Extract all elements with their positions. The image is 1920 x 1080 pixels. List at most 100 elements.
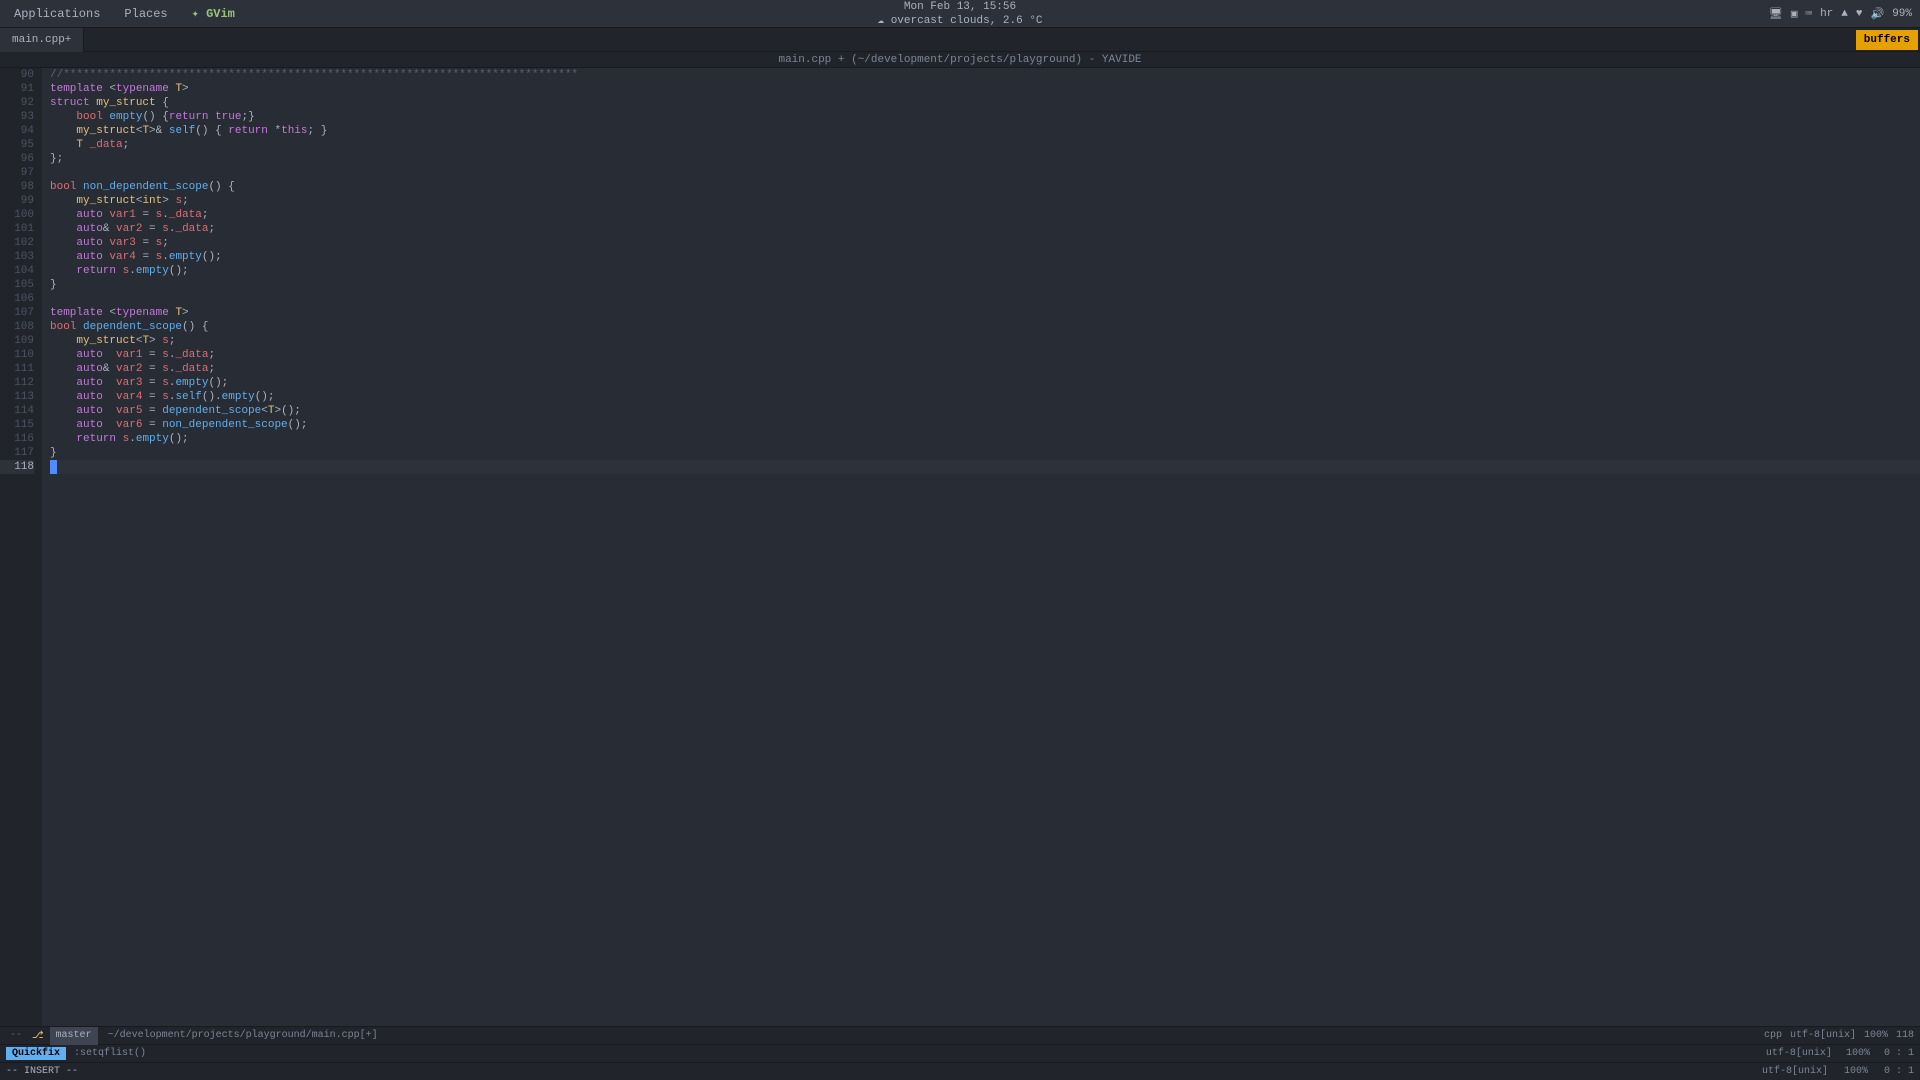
buffers-button[interactable]: buffers <box>1856 30 1918 50</box>
code-line-105: } <box>50 278 1920 292</box>
tab-bar: main.cpp+ buffers <box>0 28 1920 52</box>
code-line-109: my_struct<T> s; <box>50 334 1920 348</box>
code-line-114: auto var5 = dependent_scope<T>(); <box>50 404 1920 418</box>
code-line-113: auto var4 = s.self().empty(); <box>50 390 1920 404</box>
code-line-94: my_struct<T>& self() { return *this; } <box>50 124 1920 138</box>
wifi-icon: ▲ <box>1841 8 1848 20</box>
ln-116: 116 <box>0 432 34 446</box>
active-tab[interactable]: main.cpp+ <box>0 28 84 52</box>
mode-position: 0 : 1 <box>1884 1066 1914 1077</box>
ln-109: 109 <box>0 334 34 348</box>
heart-icon: ♥ <box>1856 8 1863 20</box>
code-line-108: bool dependent_scope() { <box>50 320 1920 334</box>
code-line-107: template <typename T> <box>50 306 1920 320</box>
code-line-116: return s.empty(); <box>50 432 1920 446</box>
qf-encoding: utf-8[unix] <box>1766 1048 1832 1059</box>
places-menu[interactable]: Places <box>118 5 173 23</box>
code-line-99: my_struct<int> s; <box>50 194 1920 208</box>
monitor-icon: 🖥 <box>1769 7 1783 21</box>
code-line-101: auto& var2 = s._data; <box>50 222 1920 236</box>
system-bar: Applications Places ✦ GVim Mon Feb 13, 1… <box>0 0 1920 28</box>
status-filepath: ~/development/projects/playground/main.c… <box>102 1030 384 1041</box>
mode-indicator: -- INSERT -- <box>6 1066 78 1077</box>
title-line: main.cpp + (~/development/projects/playg… <box>0 52 1920 68</box>
ln-91: 91 <box>0 82 34 96</box>
code-line-97 <box>50 166 1920 180</box>
status-right: cpp utf-8[unix] 100% 118 <box>1764 1030 1920 1041</box>
code-line-112: auto var3 = s.empty(); <box>50 376 1920 390</box>
code-line-91: template <typename T> <box>50 82 1920 96</box>
status-left: -- ⎇ master ~/development/projects/playg… <box>0 1027 384 1045</box>
code-line-118 <box>50 460 1920 474</box>
layout-label[interactable]: hr <box>1820 8 1833 20</box>
ln-100: 100 <box>0 208 34 222</box>
status-line: 118 <box>1896 1030 1914 1041</box>
ln-111: 111 <box>0 362 34 376</box>
status-filetype: cpp <box>1764 1030 1782 1041</box>
editor-container: 90 91 92 93 94 95 96 97 98 99 100 101 10… <box>0 68 1920 1026</box>
code-line-115: auto var6 = non_dependent_scope(); <box>50 418 1920 432</box>
qf-position: 0 : 1 <box>1884 1048 1914 1059</box>
ln-103: 103 <box>0 250 34 264</box>
code-area[interactable]: //**************************************… <box>42 68 1920 1026</box>
applications-menu[interactable]: Applications <box>8 5 106 23</box>
ln-102: 102 <box>0 236 34 250</box>
quickfix-right: utf-8[unix] 100% 0 : 1 <box>1766 1048 1914 1059</box>
status-encoding: utf-8[unix] <box>1790 1030 1856 1041</box>
ln-93: 93 <box>0 110 34 124</box>
ln-90: 90 <box>0 68 34 82</box>
ln-101: 101 <box>0 222 34 236</box>
code-line-96: }; <box>50 152 1920 166</box>
status-percent: 100% <box>1864 1030 1888 1041</box>
code-line-117: } <box>50 446 1920 460</box>
code-line-90: //**************************************… <box>50 68 1920 82</box>
mode-percent: 100% <box>1844 1066 1868 1077</box>
ln-96: 96 <box>0 152 34 166</box>
datetime-display: Mon Feb 13, 15:56 <box>904 1 1016 13</box>
status-branch: master <box>50 1027 98 1045</box>
ln-97: 97 <box>0 166 34 180</box>
quickfix-bar: Quickfix :setqflist() utf-8[unix] 100% 0… <box>0 1044 1920 1062</box>
ln-118: 118 <box>0 460 34 474</box>
ln-114: 114 <box>0 404 34 418</box>
code-line-92: struct my_struct { <box>50 96 1920 110</box>
code-line-95: T _data; <box>50 138 1920 152</box>
ln-104: 104 <box>0 264 34 278</box>
code-line-111: auto& var2 = s._data; <box>50 362 1920 376</box>
title-text: main.cpp + (~/development/projects/playg… <box>778 54 1141 66</box>
status-bar: -- ⎇ master ~/development/projects/playg… <box>0 1026 1920 1044</box>
ln-95: 95 <box>0 138 34 152</box>
ln-98: 98 <box>0 180 34 194</box>
battery-display: 99% <box>1892 8 1912 20</box>
code-line-98: bool non_dependent_scope() { <box>50 180 1920 194</box>
window-icon: ▣ <box>1791 7 1798 21</box>
code-line-104: return s.empty(); <box>50 264 1920 278</box>
code-line-103: auto var4 = s.empty(); <box>50 250 1920 264</box>
code-line-100: auto var1 = s._data; <box>50 208 1920 222</box>
qf-percent: 100% <box>1846 1048 1870 1059</box>
ln-99: 99 <box>0 194 34 208</box>
volume-icon: 🔊 <box>1870 7 1884 21</box>
keyboard-icon: ⌨ <box>1805 7 1812 21</box>
ln-94: 94 <box>0 124 34 138</box>
ln-112: 112 <box>0 376 34 390</box>
ln-107: 107 <box>0 306 34 320</box>
quickfix-command: :setqflist() <box>74 1048 146 1059</box>
quickfix-label: Quickfix <box>6 1047 66 1060</box>
ln-92: 92 <box>0 96 34 110</box>
code-line-106 <box>50 292 1920 306</box>
code-line-102: auto var3 = s; <box>50 236 1920 250</box>
code-line-110: auto var1 = s._data; <box>50 348 1920 362</box>
gvim-menu[interactable]: ✦ GVim <box>186 4 241 23</box>
ln-117: 117 <box>0 446 34 460</box>
code-line-93: bool empty() {return true;} <box>50 110 1920 124</box>
ln-113: 113 <box>0 390 34 404</box>
system-bar-right: 🖥 ▣ ⌨ hr ▲ ♥ 🔊 99% <box>1769 7 1912 21</box>
weather-display: ☁ overcast clouds, 2.6 °C <box>877 13 1042 27</box>
line-numbers: 90 91 92 93 94 95 96 97 98 99 100 101 10… <box>0 68 42 1026</box>
ln-115: 115 <box>0 418 34 432</box>
mode-bar: -- INSERT -- utf-8[unix] 100% 0 : 1 <box>0 1062 1920 1080</box>
ln-106: 106 <box>0 292 34 306</box>
mode-encoding: utf-8[unix] <box>1762 1066 1828 1077</box>
system-bar-left: Applications Places ✦ GVim <box>8 4 241 23</box>
